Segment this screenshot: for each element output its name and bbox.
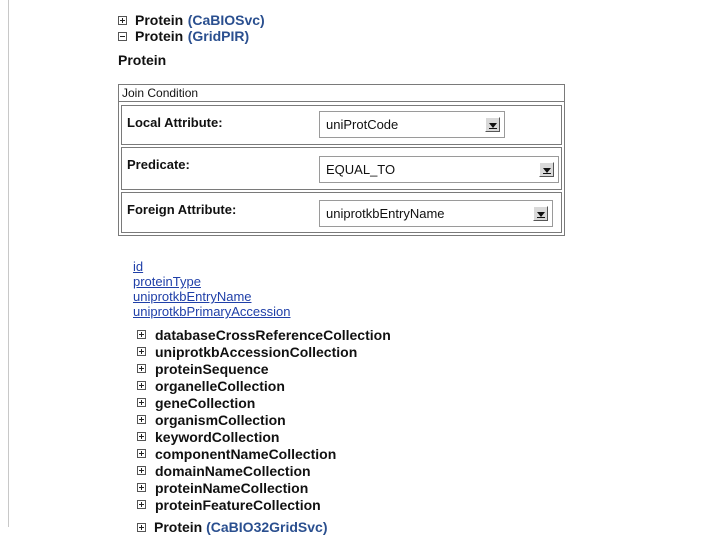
attribute-link-uniprotkbentryname[interactable]: uniprotkbEntryName: [133, 289, 291, 304]
local-attribute-label: Local Attribute:: [127, 115, 223, 130]
predicate-select[interactable]: EQUAL_TO: [319, 156, 559, 183]
tree-node-collection[interactable]: uniprotkbAccessionCollection: [137, 343, 391, 360]
expand-icon[interactable]: [118, 15, 127, 25]
expand-icon[interactable]: [137, 347, 146, 356]
expand-icon[interactable]: [137, 500, 146, 509]
expand-icon[interactable]: [137, 415, 146, 424]
expand-icon[interactable]: [137, 398, 146, 407]
attribute-link-id[interactable]: id: [133, 259, 291, 274]
tree-node-collection[interactable]: organismCollection: [137, 411, 391, 428]
foreign-attribute-select[interactable]: uniprotkbEntryName: [319, 200, 553, 227]
node-service[interactable]: (GridPIR): [188, 28, 249, 44]
foreign-attribute-row: Foreign Attribute: uniprotkbEntryName: [121, 192, 562, 233]
collection-name: componentNameCollection: [155, 445, 337, 462]
dropdown-arrow-icon[interactable]: [539, 162, 554, 177]
expand-icon[interactable]: [137, 381, 146, 390]
left-border-line: [8, 0, 9, 527]
tree-node-protein-gridpir[interactable]: Protein (GridPIR): [118, 27, 249, 45]
collection-name: organismCollection: [155, 411, 286, 428]
dropdown-arrow-icon[interactable]: [533, 206, 548, 221]
foreign-attribute-label: Foreign Attribute:: [127, 202, 237, 217]
expand-icon[interactable]: [137, 364, 146, 373]
collapse-icon[interactable]: [118, 31, 127, 41]
collection-name: proteinNameCollection: [155, 479, 309, 496]
collection-name: organelleCollection: [155, 377, 285, 394]
collection-list: databaseCrossReferenceCollection uniprot…: [137, 326, 391, 513]
join-condition-panel: Join Condition Local Attribute: uniProtC…: [118, 84, 565, 236]
predicate-row: Predicate: EQUAL_TO: [121, 147, 562, 190]
predicate-label: Predicate:: [127, 157, 190, 172]
collection-name: uniprotkbAccessionCollection: [155, 343, 358, 360]
tree-node-collection[interactable]: organelleCollection: [137, 377, 391, 394]
local-attribute-value: uniProtCode: [326, 117, 399, 132]
expand-icon[interactable]: [137, 330, 146, 339]
tree-node-collection[interactable]: domainNameCollection: [137, 462, 391, 479]
tree-node-collection[interactable]: geneCollection: [137, 394, 391, 411]
local-attribute-select[interactable]: uniProtCode: [319, 111, 505, 138]
expand-icon[interactable]: [137, 449, 146, 458]
collection-name: proteinFeatureCollection: [155, 496, 321, 513]
node-name: Protein: [135, 28, 184, 44]
collection-name: databaseCrossReferenceCollection: [155, 326, 391, 343]
attribute-link-uniprotkbprimaryaccession[interactable]: uniprotkbPrimaryAccession: [133, 304, 291, 319]
predicate-value: EQUAL_TO: [326, 162, 396, 177]
join-condition-header: Join Condition: [119, 85, 564, 102]
tree-node-collection[interactable]: proteinSequence: [137, 360, 391, 377]
collection-name: geneCollection: [155, 394, 256, 411]
tree-node-collection[interactable]: proteinNameCollection: [137, 479, 391, 496]
node-name: Protein: [135, 12, 184, 28]
expand-icon[interactable]: [137, 522, 146, 532]
node-service[interactable]: (CaBIOSvc): [188, 12, 265, 28]
expand-icon[interactable]: [137, 483, 146, 492]
tree-node-collection[interactable]: proteinFeatureCollection: [137, 496, 391, 513]
tree-node-collection[interactable]: componentNameCollection: [137, 445, 391, 462]
node-name: Protein: [154, 519, 203, 535]
attribute-link-proteintype[interactable]: proteinType: [133, 274, 291, 289]
tree-node-collection[interactable]: keywordCollection: [137, 428, 391, 445]
collection-name: keywordCollection: [155, 428, 280, 445]
expand-icon[interactable]: [137, 432, 146, 441]
attribute-links: id proteinType uniprotkbEntryName unipro…: [133, 259, 291, 319]
tree-node-collection[interactable]: databaseCrossReferenceCollection: [137, 326, 391, 343]
local-attribute-row: Local Attribute: uniProtCode: [121, 105, 562, 145]
foreign-attribute-value: uniprotkbEntryName: [326, 206, 445, 221]
node-service[interactable]: (CaBIO32GridSvc): [206, 519, 327, 535]
collection-name: proteinSequence: [155, 360, 269, 377]
dropdown-arrow-icon[interactable]: [485, 117, 500, 132]
section-label: Protein: [118, 52, 167, 68]
collection-name: domainNameCollection: [155, 462, 311, 479]
tree-node-protein-cabio32gridsvc[interactable]: Protein (CaBIO32GridSvc): [137, 519, 328, 535]
expand-icon[interactable]: [137, 466, 146, 475]
